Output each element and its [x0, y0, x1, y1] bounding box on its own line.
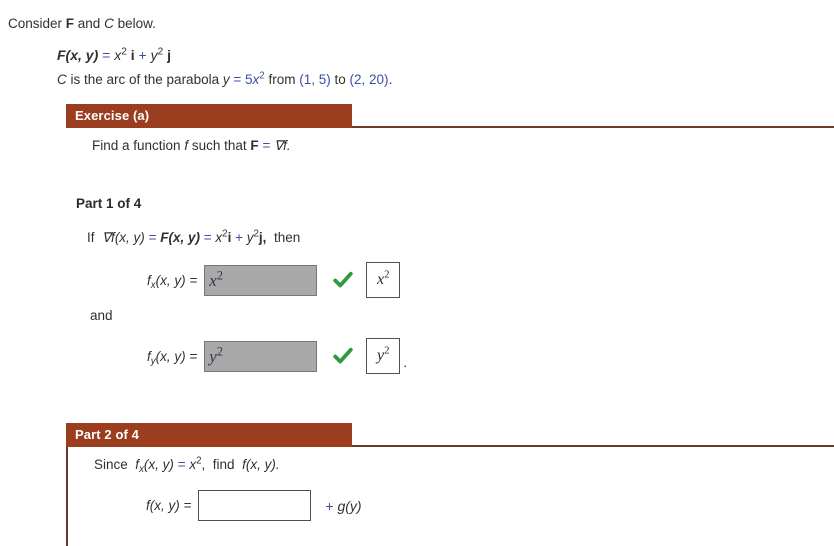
since-comma: ,: [201, 457, 206, 472]
gradient-f-expr: ∇f(x, y): [102, 230, 145, 245]
prompt-gradient-f: ∇f.: [274, 138, 291, 153]
curve-definition: C is the arc of the parabola y = 5x2 fro…: [57, 70, 393, 87]
exercise-page: Consider F and C below. F(x, y) = x2 i +…: [0, 0, 834, 546]
fx-label-sub: x: [150, 279, 156, 291]
fx-label: fx(x, y) =: [147, 272, 198, 291]
cond-t2-unit: j,: [258, 230, 267, 245]
f-row-gy: g(y): [337, 497, 362, 514]
fy-input-exp: 2: [216, 343, 223, 358]
since-fx-tail: (x, y): [143, 457, 174, 472]
cond-t2-base: y: [246, 230, 254, 245]
curve-period: .: [388, 72, 393, 87]
fx-correct-answer: x2: [366, 262, 401, 298]
vf-equals: =: [102, 47, 111, 63]
then-word: then: [273, 230, 301, 245]
fx-input-base: x: [209, 270, 217, 290]
answer-row-fy: fy(x, y) = y2 y2 .: [147, 338, 407, 374]
vf-term1-exp: 2: [121, 46, 127, 58]
vector-F-symbol: F: [65, 16, 75, 31]
vf-term1-unit: i: [130, 47, 135, 63]
vf-term2-exp: 2: [157, 46, 164, 58]
green-check-icon: [333, 347, 353, 364]
part-2-left-spine: [66, 447, 68, 546]
fx-input[interactable]: x2: [204, 264, 318, 296]
intro-prefix: Consider: [8, 16, 66, 31]
part-1-label: Part 1 of 4: [76, 196, 142, 211]
since-equals: =: [177, 457, 186, 472]
F-expr: F(x, y): [160, 230, 200, 245]
prompt-mid: such that: [191, 138, 247, 153]
f-row-trailer: + g(y): [325, 498, 361, 514]
answer-row-fx: fx(x, y) = x2 x2: [147, 262, 401, 298]
find-word: find: [212, 457, 235, 472]
prompt-prefix: Find a function: [92, 138, 181, 153]
fy-label-tail: (x, y) =: [155, 348, 198, 364]
f-row-plus: +: [325, 497, 334, 514]
prompt-equals: =: [262, 138, 271, 153]
fy-correct-answer: y2: [366, 338, 401, 374]
find-target: f(x, y).: [242, 457, 280, 472]
curve-point-start: (1, 5): [299, 72, 331, 87]
exercise-header-label: Exercise (a): [66, 104, 352, 128]
answer-row-f: f(x, y) = + g(y): [146, 490, 362, 521]
cond-t1-unit: i: [227, 230, 232, 245]
curve-from-word: from: [268, 72, 296, 87]
fx-label-tail: (x, y) =: [155, 272, 198, 288]
exercise-prompt: Find a function f such that F = ∇f.: [92, 138, 291, 154]
vf-plus: +: [138, 47, 147, 63]
curve-C-symbol: C: [104, 16, 114, 31]
intro-suffix: below.: [113, 16, 156, 31]
curve-var: y: [222, 72, 230, 87]
cond-equals-1: =: [148, 230, 157, 245]
prompt-f-symbol: f: [184, 138, 189, 153]
fy-input[interactable]: y2: [204, 340, 318, 372]
fy-row-period: .: [403, 354, 408, 370]
vf-lhs: F(x, y): [57, 47, 99, 63]
since-word: Since: [94, 457, 128, 472]
green-check-icon: [333, 271, 353, 288]
prompt-F-symbol: F: [250, 138, 259, 153]
exercise-header-bar: Exercise (a): [0, 104, 834, 128]
fx-answer-exp: 2: [384, 268, 390, 281]
curve-equals: =: [233, 72, 242, 87]
part-2-condition: Since fx(x, y) = x2, find f(x, y).: [94, 456, 280, 475]
fy-answer-exp: 2: [384, 344, 390, 357]
vector-field-definition: F(x, y) = x2 i + y2 j: [57, 47, 171, 63]
cond-equals-2: =: [203, 230, 212, 245]
curve-prefix: is the arc of the parabola: [66, 72, 223, 87]
curve-C-letter: C: [57, 72, 67, 87]
part-1-condition: If ∇f(x, y) = F(x, y) = x2i + y2j, then: [87, 229, 301, 246]
f-input[interactable]: [198, 490, 312, 521]
intro-text: Consider F and C below.: [8, 16, 156, 31]
if-word: If: [87, 230, 95, 245]
fy-label-sub: y: [150, 355, 156, 367]
curve-coefficient: 5: [245, 72, 253, 87]
fx-input-exp: 2: [216, 267, 223, 282]
cond-plus: +: [235, 230, 243, 245]
fy-label: fy(x, y) =: [147, 348, 198, 367]
curve-to-word: to: [334, 72, 346, 87]
part-2-header-bar: Part 2 of 4: [0, 423, 834, 447]
curve-point-end: (2, 20): [349, 72, 389, 87]
part-2-header-label: Part 2 of 4: [66, 423, 352, 447]
curve-exponent: 2: [259, 70, 265, 82]
intro-and: and: [74, 16, 105, 31]
and-connector: and: [90, 308, 113, 323]
f-label: f(x, y) =: [146, 498, 192, 513]
vf-term2-unit: j: [167, 47, 171, 63]
since-fx-sub: x: [139, 464, 144, 475]
fy-input-base: y: [209, 346, 217, 366]
vf-term2-base: y: [150, 47, 158, 63]
